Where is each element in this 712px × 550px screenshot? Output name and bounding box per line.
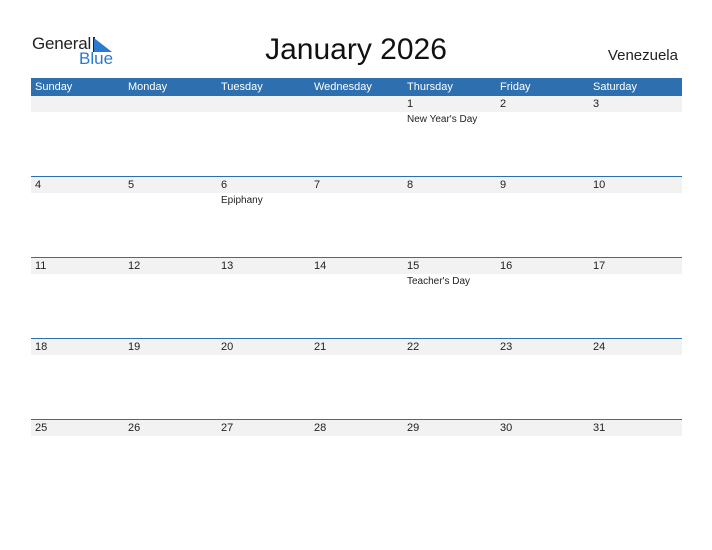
day-cell: 14 <box>310 258 403 339</box>
week-row: 18 19 20 21 22 23 24 <box>31 338 682 420</box>
week-cells: 25 26 27 28 29 30 31 <box>31 420 682 501</box>
week-row: 4 5 6 Epiphany 7 8 9 10 <box>31 176 682 258</box>
weekday-sunday: Sunday <box>35 81 73 93</box>
weekday-tuesday: Tuesday <box>221 81 263 93</box>
day-number: 21 <box>314 341 327 353</box>
day-number: 14 <box>314 260 327 272</box>
weekday-thursday: Thursday <box>407 81 453 93</box>
weekday-wednesday: Wednesday <box>314 81 372 93</box>
weekday-monday: Monday <box>128 81 168 93</box>
holiday-label: Teacher's Day <box>407 276 471 287</box>
day-cell: 13 <box>217 258 310 339</box>
weekday-header: Sunday Monday Tuesday Wednesday Thursday… <box>31 78 682 96</box>
day-number: 12 <box>128 260 141 272</box>
week-row: 25 26 27 28 29 30 31 <box>31 419 682 501</box>
week-row: 1 New Year's Day 2 3 <box>31 96 682 177</box>
week-cells: 4 5 6 Epiphany 7 8 9 10 <box>31 177 682 258</box>
day-number: 5 <box>128 179 135 191</box>
week-cells: 18 19 20 21 22 23 24 <box>31 339 682 420</box>
calendar-title: January 2026 <box>265 33 447 66</box>
day-number: 29 <box>407 422 420 434</box>
day-cell: 10 <box>589 177 682 258</box>
day-cell: 4 <box>31 177 124 258</box>
day-cell: 27 <box>217 420 310 501</box>
day-cell: 6 Epiphany <box>217 177 310 258</box>
day-cell <box>31 96 124 177</box>
day-cell: 12 <box>124 258 217 339</box>
day-cell: 7 <box>310 177 403 258</box>
weekday-saturday: Saturday <box>593 81 638 93</box>
day-cell: 15 Teacher's Day <box>403 258 496 339</box>
day-cell: 24 <box>589 339 682 420</box>
day-cell: 30 <box>496 420 589 501</box>
day-cell: 9 <box>496 177 589 258</box>
day-cell: 1 New Year's Day <box>403 96 496 177</box>
day-number: 8 <box>407 179 414 191</box>
day-number: 22 <box>407 341 420 353</box>
country-label: Venezuela <box>607 47 678 64</box>
day-cell: 22 <box>403 339 496 420</box>
day-number: 20 <box>221 341 234 353</box>
day-number: 11 <box>35 260 47 272</box>
day-cell: 3 <box>589 96 682 177</box>
day-cell: 23 <box>496 339 589 420</box>
day-cell: 26 <box>124 420 217 501</box>
day-number: 30 <box>500 422 513 434</box>
day-cell: 11 <box>31 258 124 339</box>
day-number: 1 <box>407 98 414 110</box>
day-cell: 8 <box>403 177 496 258</box>
day-number: 4 <box>35 179 42 191</box>
day-number: 3 <box>593 98 600 110</box>
day-number: 15 <box>407 260 420 272</box>
day-cell: 25 <box>31 420 124 501</box>
day-cell <box>310 96 403 177</box>
day-number: 13 <box>221 260 234 272</box>
day-cell: 18 <box>31 339 124 420</box>
holiday-label: New Year's Day <box>407 114 478 125</box>
day-cell: 5 <box>124 177 217 258</box>
weekday-friday: Friday <box>500 81 531 93</box>
day-cell: 28 <box>310 420 403 501</box>
day-number: 23 <box>500 341 513 353</box>
day-number: 17 <box>593 260 606 272</box>
week-cells: 1 New Year's Day 2 3 <box>31 96 682 177</box>
week-row: 11 12 13 14 15 Teacher's Day 16 17 <box>31 257 682 339</box>
day-number: 10 <box>593 179 606 191</box>
day-cell <box>217 96 310 177</box>
day-cell: 21 <box>310 339 403 420</box>
day-number: 27 <box>221 422 234 434</box>
day-number: 25 <box>35 422 48 434</box>
day-cell: 20 <box>217 339 310 420</box>
day-cell: 2 <box>496 96 589 177</box>
day-cell: 16 <box>496 258 589 339</box>
day-number: 16 <box>500 260 513 272</box>
week-cells: 11 12 13 14 15 Teacher's Day 16 17 <box>31 258 682 339</box>
day-number: 31 <box>593 422 606 434</box>
day-cell: 29 <box>403 420 496 501</box>
day-number: 9 <box>500 179 507 191</box>
day-number: 7 <box>314 179 321 191</box>
day-number: 19 <box>128 341 141 353</box>
day-cell: 31 <box>589 420 682 501</box>
day-number: 2 <box>500 98 507 110</box>
day-cell <box>124 96 217 177</box>
day-number: 18 <box>35 341 48 353</box>
holiday-label: Epiphany <box>221 195 263 206</box>
day-cell: 19 <box>124 339 217 420</box>
day-number: 28 <box>314 422 327 434</box>
day-number: 6 <box>221 179 228 191</box>
day-cell: 17 <box>589 258 682 339</box>
day-number: 26 <box>128 422 141 434</box>
day-number: 24 <box>593 341 606 353</box>
